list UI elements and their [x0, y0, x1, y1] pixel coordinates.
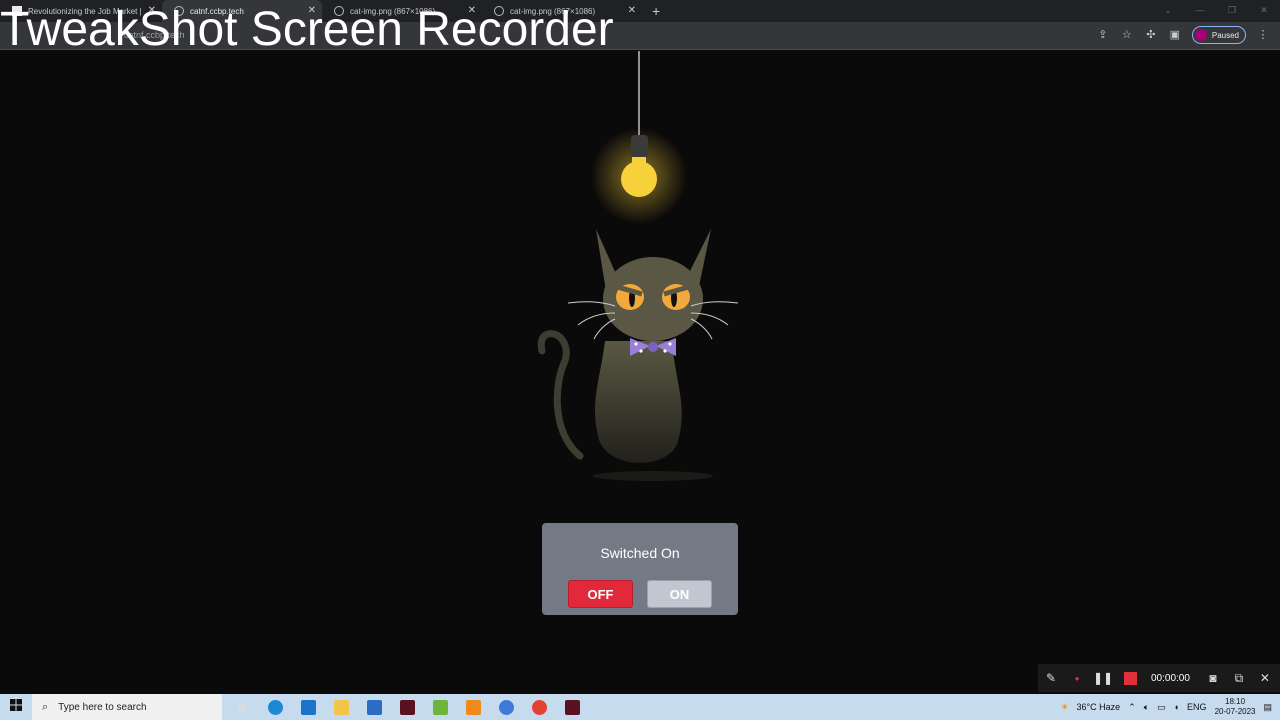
pen-icon[interactable]: ✎: [1038, 671, 1064, 685]
speaker-icon[interactable]: 🔈︎: [1144, 702, 1149, 713]
taskbar-apps: ▦: [230, 696, 584, 718]
toolbar-icons: ⇪ ☆ ✣ ▣ Paused ⋮: [1096, 26, 1270, 44]
extensions-icon[interactable]: ✣: [1144, 28, 1158, 42]
switch-panel: Switched On OFF ON: [542, 523, 738, 615]
recorder-app-icon[interactable]: [395, 696, 419, 718]
menu-icon[interactable]: ⋮: [1256, 28, 1270, 42]
window-controls: ⌄ — ❐ ✕: [1152, 0, 1280, 22]
stop-button[interactable]: [1124, 671, 1137, 685]
network-icon[interactable]: ▭: [1157, 702, 1166, 713]
avatar: [1194, 29, 1207, 41]
camera-icon[interactable]: ◙: [1200, 671, 1226, 685]
cat-illustration: [537, 51, 739, 481]
edit-icon[interactable]: ⧉: [1226, 671, 1252, 686]
record-dot-icon: ●: [1074, 673, 1080, 683]
recorder-watermark: TweakShot Screen Recorder: [0, 3, 614, 56]
recording-timer: 00:00:00: [1151, 672, 1190, 684]
notification-icon[interactable]: ▤: [1263, 702, 1272, 713]
mail-icon[interactable]: [296, 696, 320, 718]
star-icon[interactable]: ☆: [1120, 28, 1134, 42]
settings-app-icon[interactable]: [494, 696, 518, 718]
switch-status: Switched On: [600, 545, 680, 561]
volume-icon[interactable]: ◖: [1174, 702, 1179, 712]
clock[interactable]: 18:10 20-07-2023: [1215, 697, 1256, 717]
minimize-icon[interactable]: —: [1184, 0, 1216, 22]
cat-body: [595, 341, 682, 463]
restore-icon[interactable]: ❐: [1216, 0, 1248, 22]
file-explorer-icon[interactable]: [329, 696, 353, 718]
screen-recorder-icon[interactable]: [560, 696, 584, 718]
vlc-icon[interactable]: [461, 696, 485, 718]
on-button[interactable]: ON: [647, 580, 712, 608]
close-window-icon[interactable]: ✕: [1248, 0, 1280, 22]
cat-shadow: [593, 471, 713, 481]
share-icon[interactable]: ⇪: [1096, 28, 1110, 42]
chevron-down-icon[interactable]: ⌄: [1152, 0, 1184, 22]
windows-taskbar: ⌕ Type here to search ▦ ☀ 36°C Haze ⌃ 🔈︎…: [0, 694, 1280, 720]
profile-button[interactable]: Paused: [1191, 26, 1246, 44]
search-placeholder: Type here to search: [58, 701, 147, 713]
windows-start-icon[interactable]: [0, 698, 32, 716]
new-tab-icon[interactable]: +: [652, 3, 660, 19]
bulb-neck: [632, 157, 646, 169]
language-indicator[interactable]: ENG: [1187, 702, 1207, 712]
weather-icon: ☀: [1060, 701, 1069, 712]
off-button[interactable]: OFF: [568, 580, 633, 608]
profile-status: Paused: [1211, 30, 1239, 40]
clock-date: 20-07-2023: [1214, 707, 1256, 716]
close-icon[interactable]: ✕: [628, 5, 636, 16]
clock-time: 18:10: [1225, 697, 1246, 706]
store-icon[interactable]: [362, 696, 386, 718]
bluestacks-icon[interactable]: [428, 696, 452, 718]
chrome-icon[interactable]: [527, 696, 551, 718]
close-icon[interactable]: ✕: [1252, 671, 1278, 685]
cat-tail: [537, 330, 584, 460]
pause-icon[interactable]: ❚❚: [1090, 671, 1116, 685]
task-view-icon[interactable]: ▦: [230, 696, 254, 718]
system-tray: ☀ 36°C Haze ⌃ 🔈︎ ▭ ◖ ENG 18:10 20-07-202…: [1060, 694, 1280, 720]
edge-icon[interactable]: [263, 696, 287, 718]
bulb-socket: [631, 135, 648, 159]
side-panel-icon[interactable]: ▣: [1168, 28, 1182, 42]
recorder-toolbar: ✎ ● ❚❚ 00:00:00 ◙ ⧉ ✕: [1038, 664, 1280, 692]
search-icon: ⌕: [42, 700, 49, 713]
page-content: Switched On OFF ON: [0, 51, 1280, 694]
taskbar-search[interactable]: ⌕ Type here to search: [32, 694, 222, 720]
chevron-up-icon[interactable]: ⌃: [1128, 702, 1136, 713]
weather-text[interactable]: 36°C Haze: [1077, 702, 1121, 712]
